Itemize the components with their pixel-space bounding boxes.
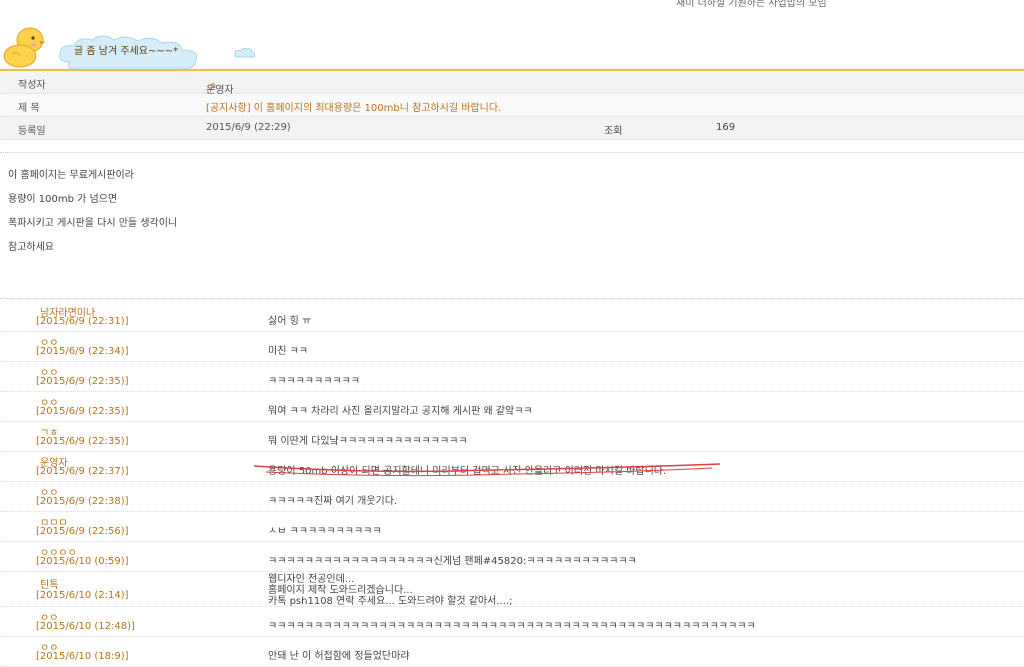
date-row: 등록일 2015/6/9 (22:29) 조회 169 [0,117,1024,140]
title-label: 제 목 [18,103,40,114]
comment-text: 뭐여 ㅋㅋ 차라리 사진 올리지말라고 공지해 게시판 왜 같앜ㅋㅋ [268,406,533,417]
post-info-table: 작성자 운영자 ⌂ 제 목 [공지사항] 이 홈페이지의 최대용량은 100mb니… [0,71,1024,140]
comment-item: ㅇㅇ [2015/6/10 (12:48)] ㅋㅋㅋㅋㅋㅋㅋㅋㅋㅋㅋㅋㅋㅋㅋㅋㅋ… [0,607,1024,637]
comment-item: ㅇㅇ [2015/6/9 (22:38)] ㅋㅋㅋㅋㅋ진짜 여기 개웃기다. [0,482,1024,512]
comment-item: ㅇㅇ [2015/6/9 (22:35)] 뭐여 ㅋㅋ 차라리 사진 올리지말라… [0,392,1024,422]
body-line: 용량이 100mb 가 넘으면 [8,194,118,205]
views-label: 조회 [604,126,623,137]
red-underline-annotation [253,463,721,477]
comment-date: [2015/6/9 (22:35)] [36,406,129,417]
author-label: 작성자 [18,80,46,91]
logo-cloud-text: 글 좀 남겨 주세요~~~* [74,46,179,57]
title-row: 제 목 [공지사항] 이 홈페이지의 최대용량은 100mb니 참고하시길 바랍… [0,94,1024,117]
small-cloud-icon [234,47,256,58]
comment-date: [2015/6/10 (18:9)] [36,651,129,662]
post-date: 2015/6/9 (22:29) [206,122,291,133]
comment-item: ㅇㅇ [2015/6/10 (18:9)] 안돼 난 이 허접함에 정들었단마랴 [0,637,1024,667]
comment-item: 남자라면미나 [2015/6/9 (22:31)] 싫어 힝 ㅠ [0,302,1024,332]
chick-icon [3,27,46,68]
body-line: 폭파시키고 게시판을 다시 만들 생각이니 [8,218,178,229]
body-line: 이 홈페이지는 무료게시판이라 [8,170,134,181]
post-title: [공지사항] 이 홈페이지의 최대용량은 100mb니 참고하시길 바랍니다. [206,103,502,114]
comment-text: 뭐 이딴게 다있냨ㅋㅋㅋㅋㅋㅋㅋㅋㅋㅋㅋㅋㅋㅋ [268,436,468,447]
comment-date: [2015/6/9 (22:38)] [36,496,129,507]
comment-date: [2015/6/9 (22:35)] [36,376,129,387]
comment-date: [2015/6/9 (22:31)] [36,316,129,327]
date-label: 등록일 [18,126,46,137]
comment-date: [2015/6/9 (22:37)] [36,466,129,477]
views-count: 169 [716,122,736,133]
site-logo[interactable]: 글 좀 남겨 주세요~~~* [0,12,270,72]
body-line: 참고하세요 [8,242,54,253]
author-row: 작성자 운영자 ⌂ [0,71,1024,96]
comment-item: ㄱㅎ [2015/6/9 (22:35)] 뭐 이딴게 다있냨ㅋㅋㅋㅋㅋㅋㅋㅋㅋ… [0,422,1024,452]
comment-text: ㅋㅋㅋㅋㅋㅋㅋㅋㅋㅋㅋㅋㅋㅋㅋㅋㅋㅋㅋㅋㅋㅋㅋㅋㅋㅋㅋㅋㅋㅋㅋㅋㅋㅋㅋㅋㅋㅋㅋㅋ… [268,621,756,632]
comment-text: ㅋㅋㅋㅋㅋㅋㅋㅋㅋㅋ [268,376,360,387]
comment-text-line: 홈페이지 제작 도와드리겠습니다... [268,585,413,596]
post-body: 이 홈페이지는 무료게시판이라 용량이 100mb 가 넘으면 폭파시키고 게시… [8,166,177,262]
comment-date: [2015/6/10 (12:48)] [36,621,135,632]
top-note: 재미 더하실 기원하는 사업밥의 모임 [676,0,827,9]
comment-item: ㅁㅁㅁ [2015/6/9 (22:56)] ㅅㅂ ㅋㅋㅋㅋㅋㅋㅋㅋㅋㅋ [0,512,1024,542]
comment-date: [2015/6/9 (22:35)] [36,436,129,447]
comment-item: 틴톡 [2015/6/10 (2:14)] 웹디자인 전공인데... 홈페이지 … [0,572,1024,607]
comment-text-line: 웹디자인 전공인데... [268,574,355,585]
comment-item: ㅇㅇ [2015/6/9 (22:35)] ㅋㅋㅋㅋㅋㅋㅋㅋㅋㅋ [0,362,1024,392]
comment-item: ㅇㅇㅇㅇ [2015/6/10 (0:59)] ㅋㅋㅋㅋㅋㅋㅋㅋㅋㅋㅋㅋㅋㅋㅋㅋ… [0,542,1024,572]
comment-text: ㅋㅋㅋㅋㅋ진짜 여기 개웃기다. [268,496,398,507]
home-icon[interactable]: ⌂ [210,81,216,91]
comment-text: ㅋㅋㅋㅋㅋㅋㅋㅋㅋㅋㅋㅋㅋㅋㅋㅋㅋㅋ신게넘 팬페#45820:ㅋㅋㅋㅋㅋㅋㅋㅋㅋ… [268,556,637,567]
comment-date: [2015/6/10 (2:14)] [36,590,129,601]
comment-date: [2015/6/10 (0:59)] [36,556,129,567]
comment-text: 미친 ㅋㅋ [268,346,308,357]
comment-text: ㅅㅂ ㅋㅋㅋㅋㅋㅋㅋㅋㅋㅋ [268,526,382,537]
comment-text-line: 카톡 psh1108 연락 주세요... 도와드려야 할것 같아서....; [268,596,513,607]
comment-author[interactable]: 틴톡 [40,576,58,591]
comment-text: 웹디자인 전공인데... 홈페이지 제작 도와드리겠습니다... 카톡 psh1… [268,574,512,607]
body-top-divider [0,152,1024,153]
comment-list: 남자라면미나 [2015/6/9 (22:31)] 싫어 힝 ㅠ ㅇㅇ [201… [0,302,1024,667]
comment-text: 싫어 힝 ㅠ [268,316,312,327]
comment-text: 안돼 난 이 허접함에 정들었단마랴 [268,651,410,662]
comment-item: ㅇㅇ [2015/6/9 (22:34)] 미친 ㅋㅋ [0,332,1024,362]
comments-top-divider [0,298,1024,299]
comment-date: [2015/6/9 (22:34)] [36,346,129,357]
comment-date: [2015/6/9 (22:56)] [36,526,129,537]
